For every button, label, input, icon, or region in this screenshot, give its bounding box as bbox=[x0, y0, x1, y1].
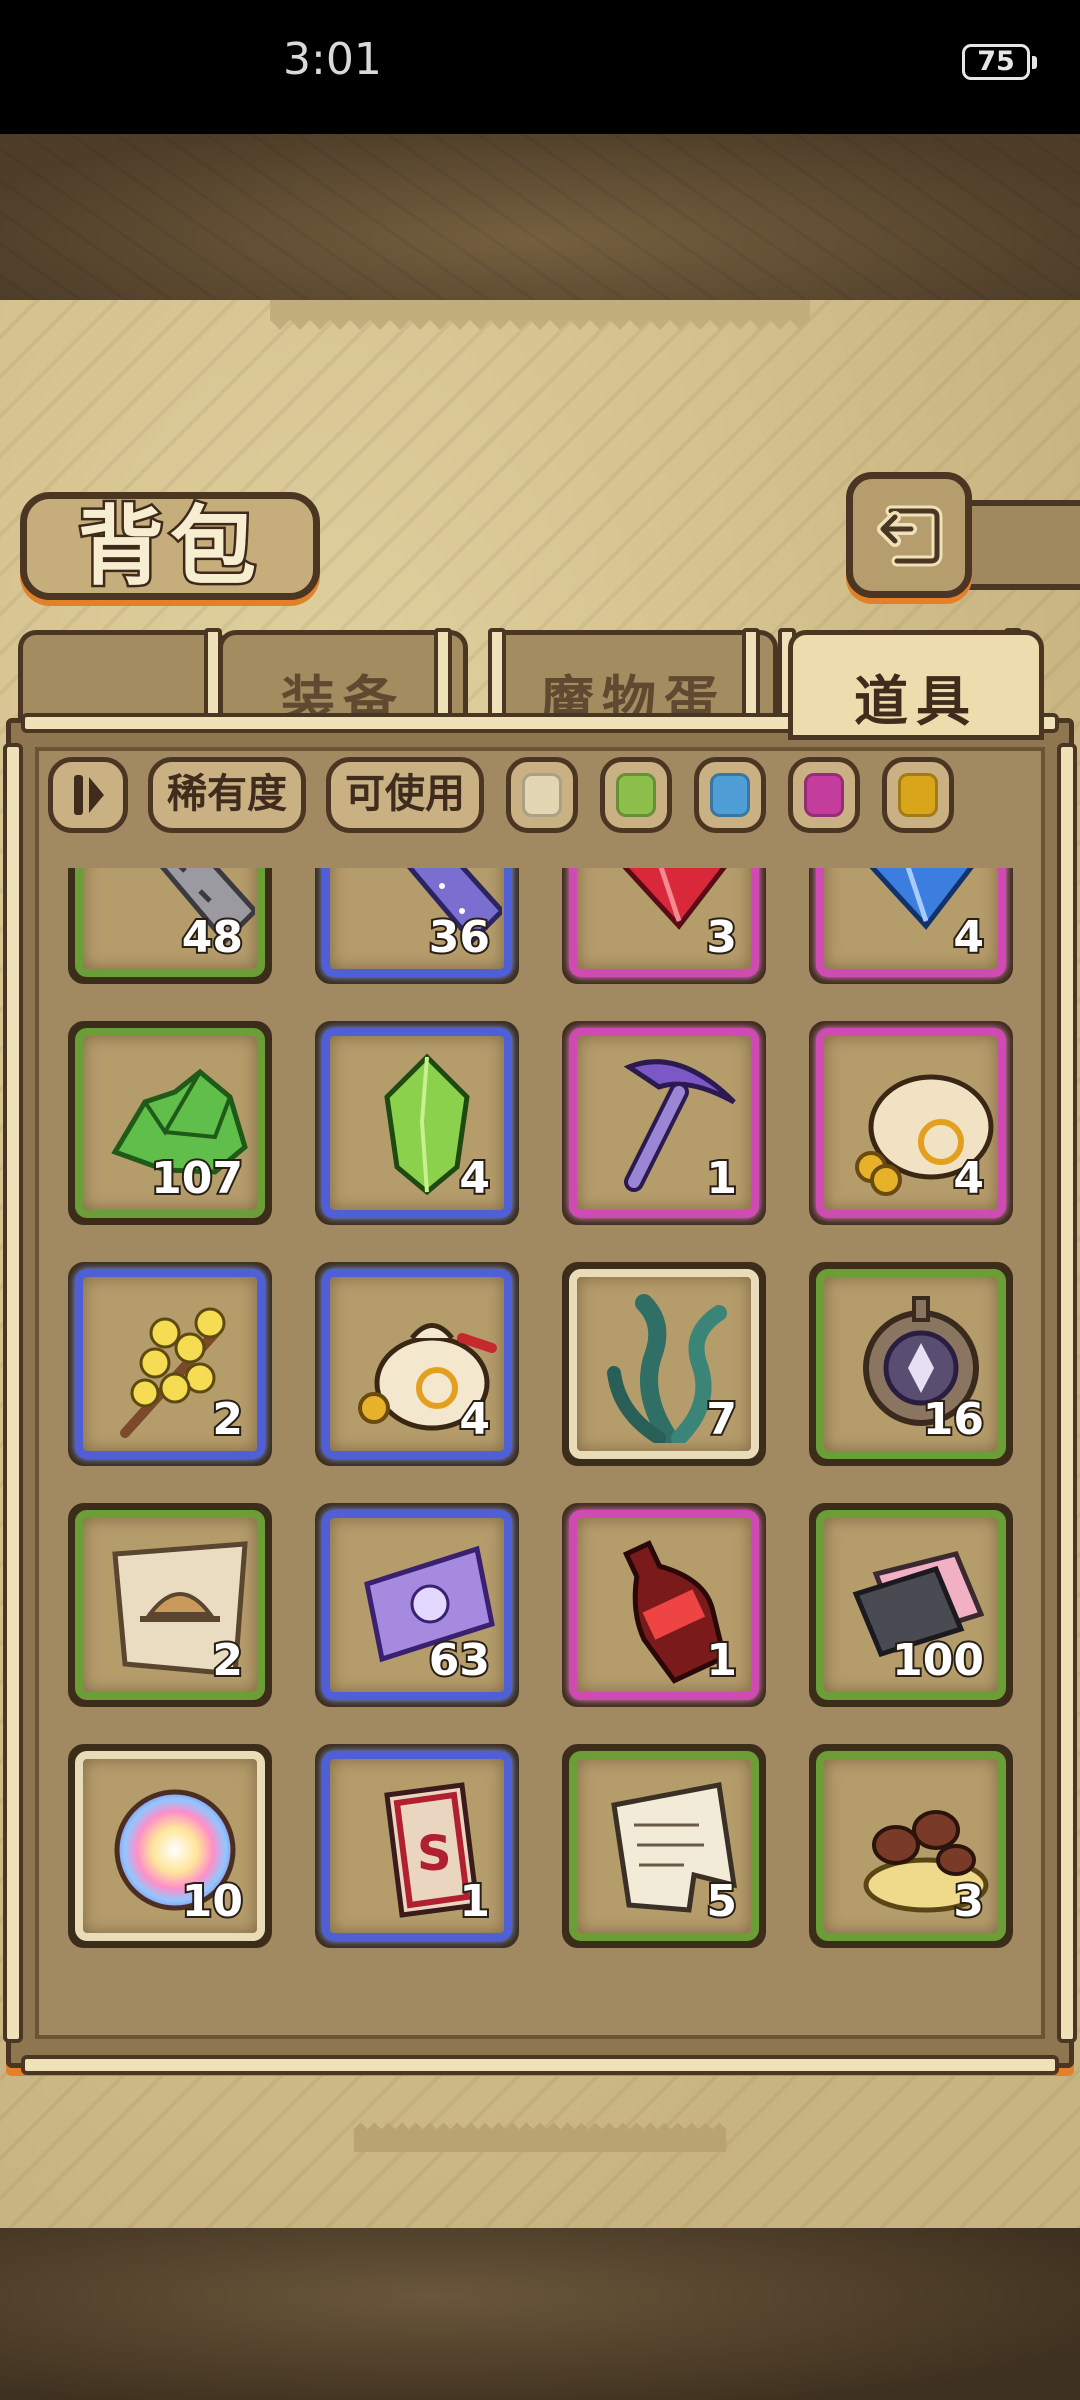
tab-items-label: 道具 bbox=[854, 670, 978, 733]
item-frame: 2 bbox=[75, 1510, 265, 1700]
item-frame: 10 bbox=[75, 1751, 265, 1941]
tab-items[interactable]: 道具 bbox=[788, 630, 1044, 740]
item-slot[interactable]: 63 bbox=[315, 1503, 519, 1707]
item-count: 63 bbox=[427, 1633, 492, 1688]
swatch-color bbox=[616, 773, 656, 817]
rarity-filter-gold[interactable] bbox=[882, 757, 954, 833]
item-count: 2 bbox=[210, 1392, 245, 1447]
panel-rail bbox=[1057, 743, 1077, 2043]
item-count: 4 bbox=[457, 1392, 492, 1447]
item-slot[interactable]: 16 bbox=[809, 1262, 1013, 1466]
item-frame: 16 bbox=[816, 1269, 1006, 1459]
item-count: 7 bbox=[704, 1392, 739, 1447]
item-slot[interactable]: 3 bbox=[809, 1744, 1013, 1948]
item-count: 36 bbox=[427, 910, 492, 965]
item-count: 107 bbox=[149, 1151, 245, 1206]
item-slot[interactable]: 1 bbox=[562, 1503, 766, 1707]
swatch-color bbox=[710, 773, 750, 817]
map-background-top bbox=[0, 134, 1080, 309]
item-count: 5 bbox=[704, 1874, 739, 1929]
tab-post bbox=[434, 628, 452, 718]
item-count: 4 bbox=[457, 1151, 492, 1206]
status-time: 3:01 bbox=[283, 34, 382, 85]
item-count: 1 bbox=[704, 1633, 739, 1688]
item-frame: 107 bbox=[75, 1028, 265, 1218]
item-grid[interactable]: 48 36 3 4 107 4 1 4 2 4 7 16 2 63 1 100 10 1 5 3 bbox=[50, 868, 1030, 1998]
item-count: 4 bbox=[951, 1151, 986, 1206]
item-frame: 100 bbox=[816, 1510, 1006, 1700]
item-slot[interactable]: 7 bbox=[562, 1262, 766, 1466]
panel-rail bbox=[3, 743, 23, 2043]
rarity-filter-white[interactable] bbox=[506, 757, 578, 833]
item-slot[interactable]: 1 bbox=[315, 1744, 519, 1948]
item-slot[interactable]: 2 bbox=[68, 1503, 272, 1707]
item-slot[interactable]: 3 bbox=[562, 868, 766, 984]
back-arrow-icon bbox=[877, 505, 943, 567]
item-count: 4 bbox=[951, 910, 986, 965]
item-slot[interactable]: 100 bbox=[809, 1503, 1013, 1707]
item-frame: 36 bbox=[322, 868, 512, 977]
sort-toggle-button[interactable] bbox=[48, 757, 128, 833]
map-background-bottom bbox=[0, 2228, 1080, 2400]
item-slot[interactable]: 4 bbox=[809, 868, 1013, 984]
header-ledge bbox=[965, 500, 1080, 590]
rarity-filter-green[interactable] bbox=[600, 757, 672, 833]
item-frame: 1 bbox=[322, 1751, 512, 1941]
usable-filter-button[interactable]: 可使用 bbox=[326, 757, 484, 833]
item-count: 1 bbox=[704, 1151, 739, 1206]
item-frame: 63 bbox=[322, 1510, 512, 1700]
item-frame: 7 bbox=[569, 1269, 759, 1459]
item-count: 100 bbox=[890, 1633, 986, 1688]
item-frame: 48 bbox=[75, 868, 265, 977]
item-slot[interactable]: 2 bbox=[68, 1262, 272, 1466]
tab-post bbox=[742, 628, 760, 718]
item-count: 3 bbox=[704, 910, 739, 965]
tab-post bbox=[204, 628, 222, 718]
item-count: 2 bbox=[210, 1633, 245, 1688]
item-slot[interactable]: 4 bbox=[315, 1021, 519, 1225]
item-frame: 1 bbox=[569, 1510, 759, 1700]
item-slot[interactable]: 5 bbox=[562, 1744, 766, 1948]
item-frame: 5 bbox=[569, 1751, 759, 1941]
item-frame: 1 bbox=[569, 1028, 759, 1218]
tab-post bbox=[488, 628, 506, 718]
item-count: 1 bbox=[457, 1874, 492, 1929]
sort-toggle-icon bbox=[74, 775, 104, 815]
item-frame: 3 bbox=[816, 1751, 1006, 1941]
item-frame: 3 bbox=[569, 868, 759, 977]
item-frame: 4 bbox=[322, 1028, 512, 1218]
back-button[interactable] bbox=[846, 472, 972, 598]
zigzag-border-bottom bbox=[353, 2122, 727, 2152]
battery-icon: 75 bbox=[962, 44, 1037, 80]
item-slot[interactable]: 36 bbox=[315, 868, 519, 984]
page-title: 背包 bbox=[76, 496, 262, 597]
item-count: 3 bbox=[951, 1874, 986, 1929]
item-slot[interactable]: 1 bbox=[562, 1021, 766, 1225]
rarity-filter-purple[interactable] bbox=[788, 757, 860, 833]
item-slot[interactable]: 107 bbox=[68, 1021, 272, 1225]
swatch-color bbox=[804, 773, 844, 817]
item-frame: 2 bbox=[75, 1269, 265, 1459]
item-frame: 4 bbox=[322, 1269, 512, 1459]
zigzag-border-top bbox=[270, 300, 810, 330]
rarity-filter-blue[interactable] bbox=[694, 757, 766, 833]
swatch-color bbox=[898, 773, 938, 817]
status-bar: 3:01 75 bbox=[0, 0, 1080, 134]
item-slot[interactable]: 48 bbox=[68, 868, 272, 984]
item-count: 16 bbox=[921, 1392, 986, 1447]
item-slot[interactable]: 4 bbox=[809, 1021, 1013, 1225]
filter-bar: 稀有度 可使用 bbox=[44, 757, 1044, 837]
panel-rail bbox=[21, 2055, 1059, 2075]
item-slot[interactable]: 10 bbox=[68, 1744, 272, 1948]
item-frame: 4 bbox=[816, 868, 1006, 977]
item-slot[interactable]: 4 bbox=[315, 1262, 519, 1466]
item-frame: 4 bbox=[816, 1028, 1006, 1218]
title-plaque: 背包 bbox=[20, 492, 320, 600]
swatch-color bbox=[522, 773, 562, 817]
rarity-sort-button[interactable]: 稀有度 bbox=[148, 757, 306, 833]
item-count: 10 bbox=[180, 1874, 245, 1929]
item-count: 48 bbox=[180, 910, 245, 965]
